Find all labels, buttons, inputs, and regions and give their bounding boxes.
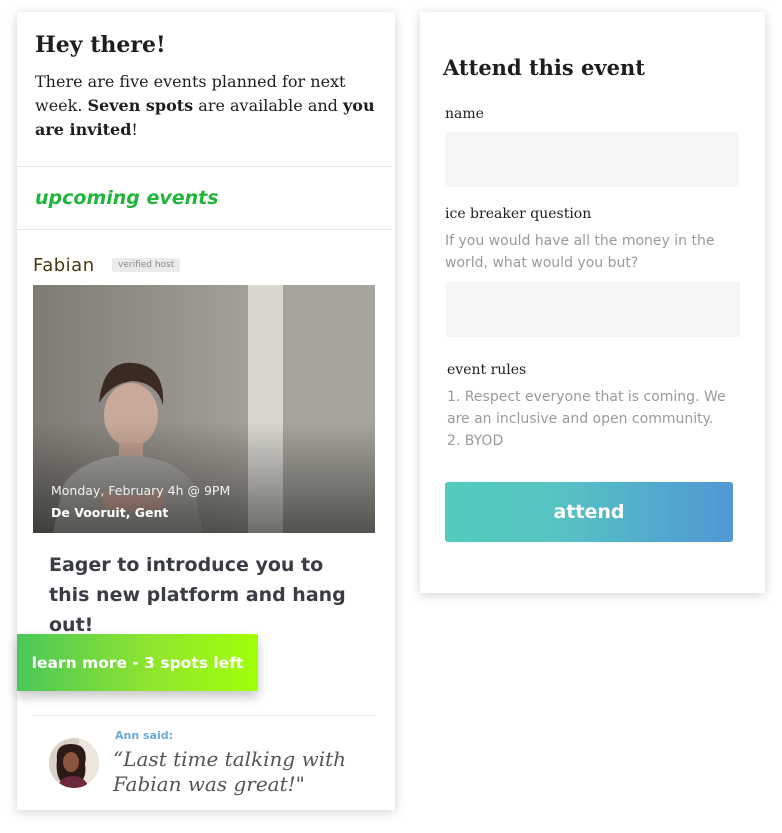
greeting-intro: There are five events planned for next w… <box>35 70 380 142</box>
name-input[interactable] <box>445 132 739 187</box>
divider <box>17 166 392 167</box>
event-photo[interactable]: Monday, February 4h @ 9PM De Vooruit, Ge… <box>33 285 375 533</box>
attend-form-card: Attend this event name ice breaker quest… <box>420 12 765 593</box>
reviewer-name: Ann said: <box>115 729 174 742</box>
host-name[interactable]: Fabian <box>33 255 95 276</box>
learn-more-button[interactable]: learn more - 3 spots left <box>17 634 258 691</box>
form-title: Attend this event <box>443 55 645 80</box>
section-title: upcoming events <box>35 187 219 209</box>
event-rule-2: 2. BYOD <box>447 433 504 449</box>
event-date-time: Monday, February 4h @ 9PM <box>51 483 231 498</box>
event-description: Eager to introduce you to this new platf… <box>49 554 346 636</box>
review-quote: “Last time talking with Fabian was great… <box>113 747 347 796</box>
intro-text-2: are available and <box>193 96 343 115</box>
rules-label: event rules <box>447 362 527 378</box>
intro-text-3: ! <box>131 120 138 139</box>
ice-breaker-answer-input[interactable] <box>446 282 740 337</box>
verified-host-badge: verified host <box>112 258 181 272</box>
question-label: ice breaker question <box>445 206 592 222</box>
event-location: De Vooruit, Gent <box>51 505 169 520</box>
name-label: name <box>445 106 484 122</box>
reviewer-avatar <box>49 738 99 788</box>
avatar-photo-icon <box>49 738 99 788</box>
divider <box>33 715 376 716</box>
divider <box>17 229 392 230</box>
greeting-title: Hey there! <box>35 32 166 58</box>
attend-button[interactable]: attend <box>445 482 733 542</box>
question-prompt: If you would have all the money in the w… <box>445 233 715 271</box>
events-card: Hey there! There are five events planned… <box>17 12 395 810</box>
event-rule-1: 1. Respect everyone that is coming. We a… <box>447 389 726 427</box>
intro-highlight-spots: Seven spots <box>87 96 194 115</box>
